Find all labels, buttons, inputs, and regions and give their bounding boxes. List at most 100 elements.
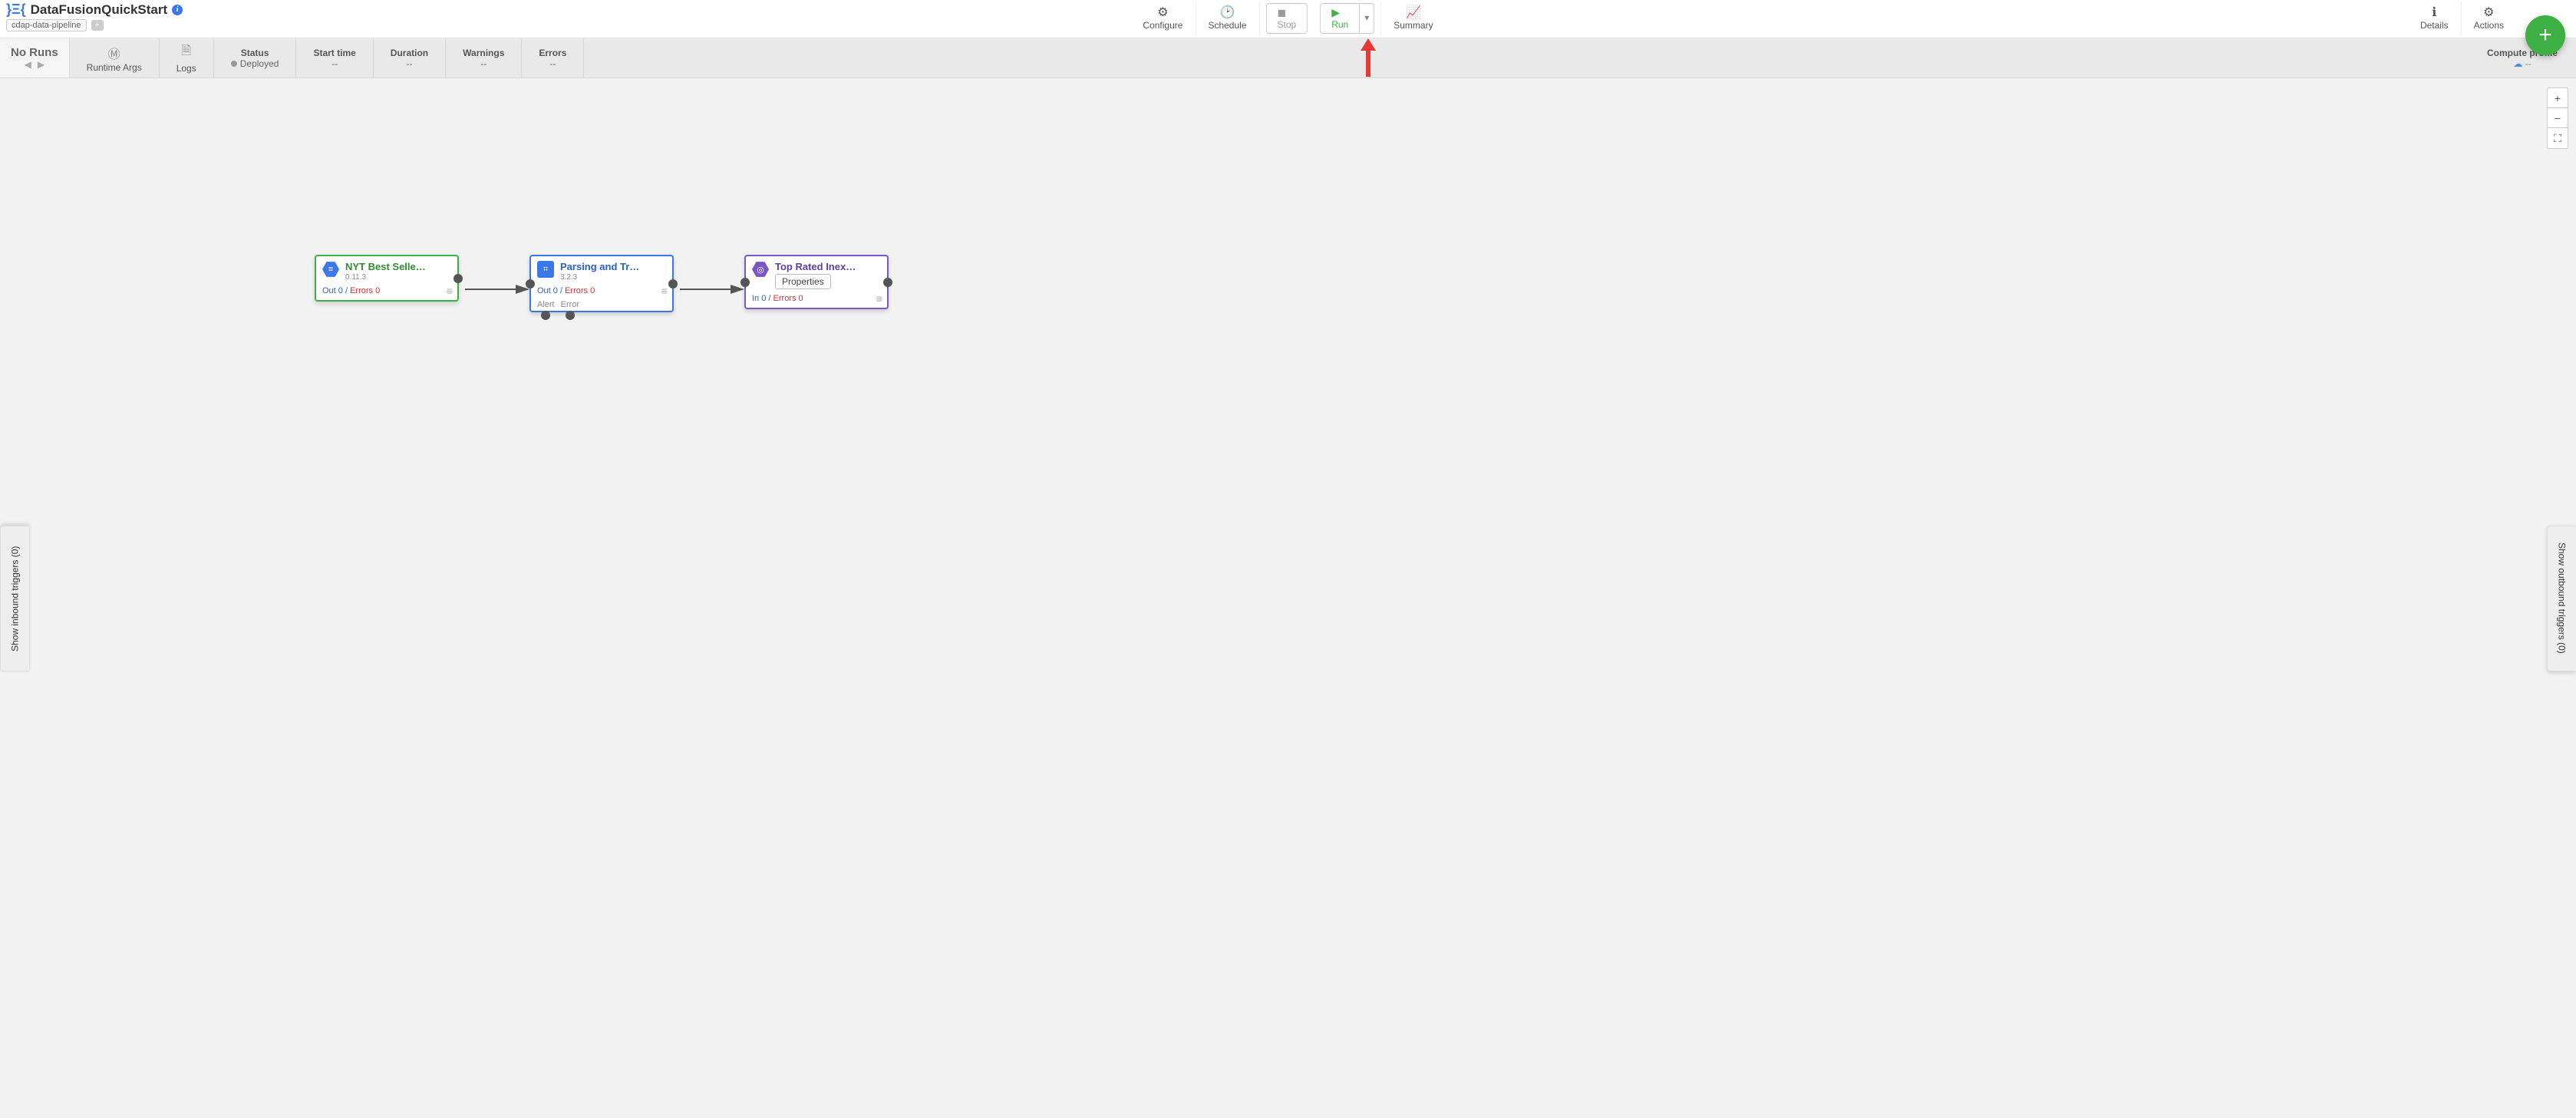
logs-icon: 🗎 — [181, 42, 191, 63]
transform-in-port[interactable] — [526, 279, 535, 289]
zoom-out-button[interactable]: − — [2548, 108, 2568, 128]
sink-in-port[interactable] — [740, 278, 750, 287]
stop-button-wrap: ◼ Stop — [1259, 2, 1314, 35]
errors-label: Errors — [539, 48, 566, 58]
zoom-controls: + − ⛶ — [2547, 87, 2568, 149]
info-icon[interactable]: i — [172, 5, 183, 15]
run-label: Run — [1331, 19, 1348, 30]
play-icon: ▶ — [1331, 5, 1348, 19]
status-dot-icon — [231, 61, 237, 67]
summary-button[interactable]: 📈 Summary — [1380, 2, 1445, 35]
errors-cell: Errors -- — [522, 38, 584, 78]
warnings-cell: Warnings -- — [446, 38, 522, 78]
pipeline-canvas[interactable]: + − ⛶ Show inbound triggers (0) Show out… — [0, 78, 2576, 1118]
start-label: Start time — [313, 48, 355, 58]
source-node-icon: ≡ — [322, 261, 339, 278]
source-node-version: 0.11.3 — [345, 273, 426, 282]
transform-err-count: Errors 0 — [565, 286, 595, 295]
source-out-port[interactable] — [454, 274, 463, 283]
plus-icon: + — [2538, 22, 2552, 48]
source-err-count: Errors 0 — [350, 286, 380, 295]
info2-icon: ℹ — [2432, 6, 2436, 20]
gear-icon: ⚙ — [2483, 6, 2494, 20]
transform-alert-port-label: Alert — [537, 300, 555, 309]
duration-cell: Duration -- — [374, 38, 446, 78]
status-value: Deployed — [240, 58, 279, 69]
configure-button[interactable]: ⚙ Configure — [1130, 2, 1195, 35]
start-time-cell: Start time -- — [296, 38, 373, 78]
compute-value: ☁ -- — [2513, 58, 2531, 69]
configure-label: Configure — [1143, 20, 1182, 31]
summary-label: Summary — [1394, 20, 1433, 31]
transform-node[interactable]: ⌗ Parsing and Tr… 3.2.3 Out 0 / Errors 0… — [529, 255, 674, 312]
inbound-triggers-tab[interactable]: Show inbound triggers (0) — [0, 526, 29, 671]
source-node-menu[interactable]: ≡ — [447, 285, 453, 297]
runtime-args-label: Runtime Args — [87, 62, 142, 73]
source-out-count: Out 0 — [322, 286, 343, 295]
stop-icon: ◼ — [1278, 5, 1297, 19]
sliders-icon: ⚙ — [1157, 6, 1168, 20]
status-label: Status — [241, 48, 269, 58]
title-block: }Ξ{ DataFusionQuickStart i cdap-data-pip… — [6, 2, 183, 31]
source-node-title: NYT Best Selle… — [345, 261, 426, 272]
pipeline-type-tag[interactable]: cdap-data-pipeline — [6, 19, 87, 31]
add-fab-button[interactable]: + — [2525, 15, 2565, 55]
add-tag-button[interactable]: + — [91, 20, 104, 31]
run-button[interactable]: ▶ Run — [1320, 3, 1360, 34]
sink-node-title: Top Rated Inex… — [775, 261, 856, 272]
sink-node-menu[interactable]: ≡ — [876, 292, 882, 305]
status-strip: No Runs ◀ ▶ Ⓜ Runtime Args 🗎 Logs Status… — [0, 38, 2576, 78]
transform-node-title: Parsing and Tr… — [560, 261, 639, 272]
run-dropdown[interactable]: ▾ — [1360, 3, 1374, 34]
start-value: -- — [331, 58, 338, 69]
outbound-triggers-tab[interactable]: Show outbound triggers (0) — [2547, 526, 2576, 671]
transform-error-port[interactable] — [566, 311, 575, 320]
status-cell: Status Deployed — [214, 38, 297, 78]
warnings-value: -- — [480, 58, 487, 69]
actions-label: Actions — [2474, 20, 2504, 31]
zoom-fit-button[interactable]: ⛶ — [2548, 128, 2568, 148]
duration-label: Duration — [391, 48, 428, 58]
transform-node-icon: ⌗ — [537, 261, 554, 278]
center-toolbar: ⚙ Configure 🕑 Schedule ◼ Stop ▶ Run ▾ — [1130, 2, 1445, 35]
warnings-label: Warnings — [463, 48, 504, 58]
args-icon: Ⓜ — [108, 44, 120, 62]
source-node[interactable]: ≡ NYT Best Selle… 0.11.3 Out 0 / Errors … — [315, 255, 459, 302]
transform-out-count: Out 0 — [537, 286, 558, 295]
details-label: Details — [2420, 20, 2449, 31]
stop-label: Stop — [1278, 19, 1297, 30]
sink-err-count: Errors 0 — [773, 294, 803, 303]
zoom-in-button[interactable]: + — [2548, 88, 2568, 108]
duration-value: -- — [406, 58, 412, 69]
transform-out-port[interactable] — [668, 279, 678, 289]
details-button[interactable]: ℹ Details — [2408, 2, 2461, 35]
chart-icon: 📈 — [1406, 6, 1421, 20]
errors-value: -- — [549, 58, 556, 69]
schedule-label: Schedule — [1208, 20, 1246, 31]
clock-icon: 🕑 — [1220, 6, 1235, 20]
runtime-args-button[interactable]: Ⓜ Runtime Args — [70, 38, 160, 78]
sink-properties-button[interactable]: Properties — [775, 274, 831, 289]
schedule-button[interactable]: 🕑 Schedule — [1195, 2, 1258, 35]
runs-nav: No Runs ◀ ▶ — [0, 38, 70, 78]
transform-node-version: 3.2.3 — [560, 273, 639, 282]
sink-in-count: In 0 — [752, 294, 766, 303]
transform-error-port-label: Error — [561, 300, 579, 309]
chevron-down-icon: ▾ — [1364, 12, 1369, 23]
prev-run-button[interactable]: ◀ — [25, 59, 31, 70]
run-button-wrap: ▶ Run ▾ — [1314, 2, 1380, 35]
logs-label: Logs — [176, 63, 196, 74]
sink-node-icon: ◎ — [752, 261, 769, 278]
sink-out-port[interactable] — [883, 278, 892, 287]
logs-button[interactable]: 🗎 Logs — [160, 38, 214, 78]
sink-node[interactable]: ◎ Top Rated Inex… Properties In 0 / Erro… — [744, 255, 889, 309]
stop-button[interactable]: ◼ Stop — [1266, 3, 1308, 34]
top-bar: }Ξ{ DataFusionQuickStart i cdap-data-pip… — [0, 0, 2576, 38]
transform-alert-port[interactable] — [541, 311, 550, 320]
runs-title: No Runs — [11, 46, 58, 59]
next-run-button[interactable]: ▶ — [38, 59, 45, 70]
actions-button[interactable]: ⚙ Actions — [2461, 2, 2516, 35]
transform-node-menu[interactable]: ≡ — [661, 285, 668, 297]
app-logo-icon: }Ξ{ — [6, 2, 26, 18]
pipeline-edges — [0, 78, 2576, 1118]
